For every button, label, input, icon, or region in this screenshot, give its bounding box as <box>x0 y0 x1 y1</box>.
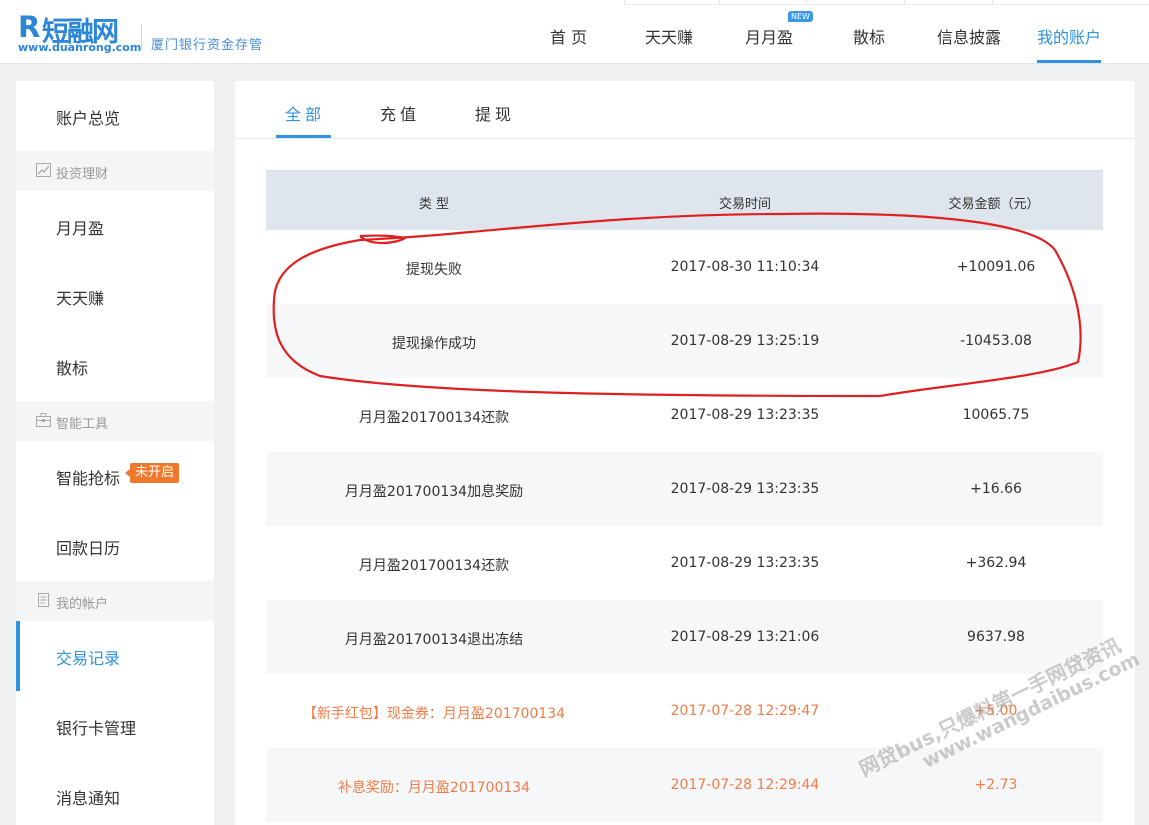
main-panel: 全部 充值 提现 类 型 交易时间 交易金额（元） 提现失败 2017-08-3… <box>235 81 1135 825</box>
status-badge: 未开启 <box>124 463 180 483</box>
sidebar: 账户总览 投资理财 月月盈 天天赚 散标 智能工具 智能抢标 未开启 回款日历 <box>16 81 214 825</box>
sidebar-item-tiantianzhuan[interactable]: 天天赚 <box>16 261 214 331</box>
sidebar-item-label: 天天赚 <box>56 289 105 308</box>
logo-mark: R <box>18 10 40 44</box>
slogan: 厦门银行资金存管 <box>151 38 264 53</box>
tab-recharge[interactable]: 充值 <box>380 101 420 125</box>
cell-time: 2017-08-29 13:23:35 <box>670 407 820 423</box>
sidebar-item-yueyueying[interactable]: 月月盈 <box>16 191 214 261</box>
sidebar-item-label: 智能抢标 <box>56 469 121 488</box>
table-row: 月月盈201700134还款 2017-08-29 13:23:35 +362.… <box>266 526 1103 600</box>
cell-time: 2017-07-28 12:29:44 <box>670 777 820 793</box>
sidebar-item-label: 月月盈 <box>56 219 105 238</box>
sidebar-item-label: 交易记录 <box>56 649 121 668</box>
cell-type: 提现操作成功 <box>392 336 476 352</box>
cell-amount: 9637.98 <box>967 629 1025 645</box>
cell-amount: 10065.75 <box>962 407 1030 423</box>
nav-sanbiao[interactable]: 散标 <box>853 24 885 48</box>
cell-type: 【新手红包】现金券：月月盈201700134 <box>302 706 566 722</box>
column-header-amount: 交易金额（元） <box>948 197 1040 212</box>
briefcase-icon <box>36 413 51 427</box>
table-row: 补息奖励：月月盈201700134 2017-07-28 12:29:44 +2… <box>266 748 1103 822</box>
top-strip <box>624 0 1149 5</box>
table-row: 月月盈201700134加息奖励 2017-08-29 13:23:35 +16… <box>266 452 1103 526</box>
cell-amount: +362.94 <box>965 555 1027 571</box>
sidebar-group-label: 智能工具 <box>56 417 109 432</box>
tab-withdraw[interactable]: 提现 <box>475 101 515 125</box>
active-indicator <box>16 621 20 691</box>
table-row: 月月盈201700134退出冻结 2017-08-29 13:21:06 963… <box>266 600 1103 674</box>
cell-amount: -10453.08 <box>960 333 1032 349</box>
cell-time: 2017-08-29 13:23:35 <box>670 481 820 497</box>
sidebar-item-messages[interactable]: 消息通知 <box>16 761 214 825</box>
nav-my-account[interactable]: 我的账户 <box>1037 24 1101 48</box>
table-header: 类 型 交易时间 交易金额（元） <box>266 170 1103 230</box>
sidebar-item-smart-bid[interactable]: 智能抢标 未开启 <box>16 441 214 511</box>
cell-amount: +2.73 <box>974 777 1018 793</box>
site-logo[interactable]: R 短融网 www.duanrong.com <box>18 10 141 56</box>
column-header-time: 交易时间 <box>718 197 772 212</box>
sidebar-item-label: 账户总览 <box>56 109 121 128</box>
cell-amount: +5.00 <box>974 703 1018 719</box>
cell-type: 月月盈201700134还款 <box>358 410 510 426</box>
tab-all[interactable]: 全部 <box>285 101 325 125</box>
sidebar-item-overview[interactable]: 账户总览 <box>16 81 214 151</box>
sidebar-item-label: 散标 <box>56 359 89 378</box>
cell-type: 月月盈201700134还款 <box>358 558 510 574</box>
cell-time: 2017-08-30 11:10:34 <box>670 259 820 275</box>
table-row: 【新手红包】现金券：月月盈201700134 2017-07-28 12:29:… <box>266 674 1103 748</box>
tab-active-underline <box>276 135 331 138</box>
cell-time: 2017-08-29 13:25:19 <box>670 333 820 349</box>
cell-amount: +10091.06 <box>956 259 1036 275</box>
table-row: 提现失败 2017-08-30 11:10:34 +10091.06 <box>266 230 1103 304</box>
cell-time: 2017-08-29 13:23:35 <box>670 555 820 571</box>
document-icon <box>38 593 49 607</box>
sidebar-item-repay-calendar[interactable]: 回款日历 <box>16 511 214 581</box>
sidebar-item-sanbiao[interactable]: 散标 <box>16 331 214 401</box>
logo-url: www.duanrong.com <box>18 41 142 54</box>
new-badge: NEW <box>788 11 813 22</box>
cell-type: 补息奖励：月月盈201700134 <box>337 780 531 796</box>
tab-bar: 全部 充值 提现 <box>235 81 1135 139</box>
table-row: 提现操作成功 2017-08-29 13:25:19 -10453.08 <box>266 304 1103 378</box>
cell-amount: +16.66 <box>970 481 1022 497</box>
sidebar-item-bank-cards[interactable]: 银行卡管理 <box>16 691 214 761</box>
cell-time: 2017-07-28 12:29:47 <box>670 703 820 719</box>
table-row: 月月盈201700134还款 2017-08-29 13:23:35 10065… <box>266 378 1103 452</box>
logo-divider <box>141 24 142 50</box>
column-header-type: 类 型 <box>418 197 450 212</box>
nav-disclosure[interactable]: 信息披露 <box>937 24 1001 48</box>
nav-home[interactable]: 首 页 <box>550 24 587 48</box>
sidebar-group-label: 投资理财 <box>56 167 109 182</box>
sidebar-item-label: 消息通知 <box>56 789 121 808</box>
sidebar-item-label: 回款日历 <box>56 539 121 558</box>
cell-type: 提现失败 <box>406 262 462 278</box>
cell-type: 月月盈201700134加息奖励 <box>344 484 524 500</box>
cell-time: 2017-08-29 13:21:06 <box>670 629 820 645</box>
sidebar-item-label: 银行卡管理 <box>56 719 137 738</box>
chart-icon <box>36 163 51 177</box>
cell-type: 月月盈201700134退出冻结 <box>344 632 524 648</box>
sidebar-group-tools: 智能工具 <box>16 401 214 441</box>
top-header: R 短融网 www.duanrong.com 厦门银行资金存管 首 页 天天赚 … <box>0 0 1149 64</box>
sidebar-group-account: 我的帐户 <box>16 581 214 621</box>
nav-active-underline <box>1037 60 1101 63</box>
sidebar-group-label: 我的帐户 <box>56 597 109 612</box>
nav-yueyueying[interactable]: 月月盈 <box>745 24 793 48</box>
nav-tiantianzhuan[interactable]: 天天赚 <box>645 24 693 48</box>
sidebar-item-transactions[interactable]: 交易记录 <box>16 621 214 691</box>
sidebar-group-invest: 投资理财 <box>16 151 214 191</box>
